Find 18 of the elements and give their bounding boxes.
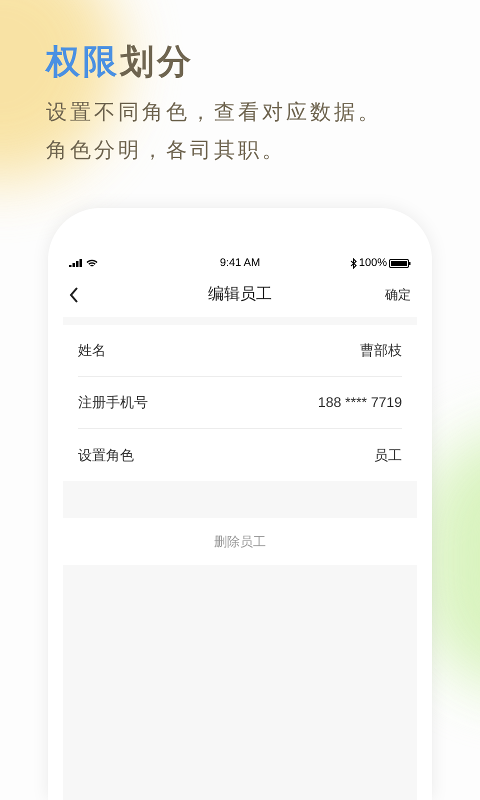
subtitle-line: 角色分明，各司其职。 [46,138,287,164]
field-label: 设置角色 [78,446,134,464]
page-title: 编辑员工 [208,284,272,305]
field-value: 188 **** 7719 [318,393,402,412]
status-time: 9:41 AM [220,256,260,271]
subtitle-line: 设置不同角色，查看对应数据。 [46,100,383,126]
headline: 权限划分 [46,42,195,83]
wifi-icon [86,258,98,268]
field-label: 注册手机号 [78,393,148,412]
confirm-button[interactable]: 确定 [385,285,411,305]
bluetooth-icon [350,258,357,268]
field-value: 曹部枝 [360,341,402,360]
battery-percent: 100% [358,256,388,271]
back-icon[interactable] [69,287,79,303]
battery-icon [389,258,412,268]
signal-icon [69,259,83,267]
field-label: 姓名 [78,341,106,360]
field-value: 员工 [374,446,402,464]
